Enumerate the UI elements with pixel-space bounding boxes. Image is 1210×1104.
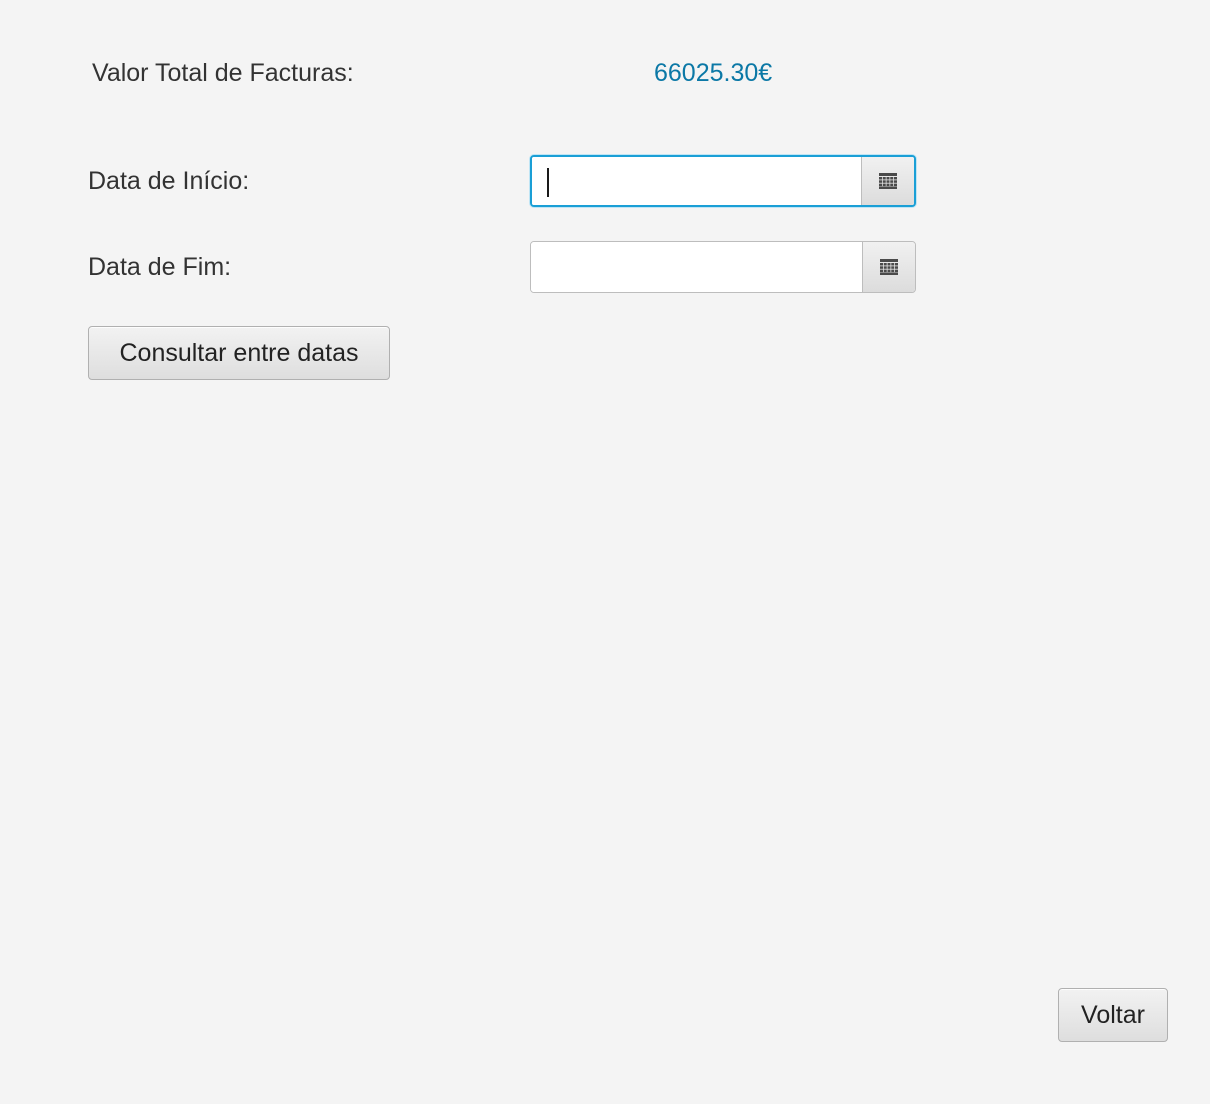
start-date-field[interactable] bbox=[532, 157, 861, 205]
total-invoices-label: Valor Total de Facturas: bbox=[92, 59, 354, 87]
end-date-label: Data de Fim: bbox=[88, 253, 232, 281]
end-date-input[interactable] bbox=[531, 242, 862, 292]
query-between-dates-button[interactable]: Consultar entre datas bbox=[88, 326, 390, 380]
start-date-picker[interactable] bbox=[530, 155, 916, 207]
end-date-calendar-button[interactable] bbox=[862, 242, 915, 292]
calendar-icon bbox=[880, 259, 898, 275]
start-date-input[interactable] bbox=[532, 157, 861, 205]
start-date-calendar-button[interactable] bbox=[861, 157, 914, 205]
text-caret bbox=[547, 168, 549, 197]
calendar-icon bbox=[879, 173, 897, 189]
end-date-picker[interactable] bbox=[530, 241, 916, 293]
start-date-label: Data de Início: bbox=[88, 167, 250, 195]
back-button[interactable]: Voltar bbox=[1058, 988, 1168, 1042]
total-invoices-value: 66025.30€ bbox=[654, 59, 773, 87]
end-date-field[interactable] bbox=[531, 242, 862, 292]
